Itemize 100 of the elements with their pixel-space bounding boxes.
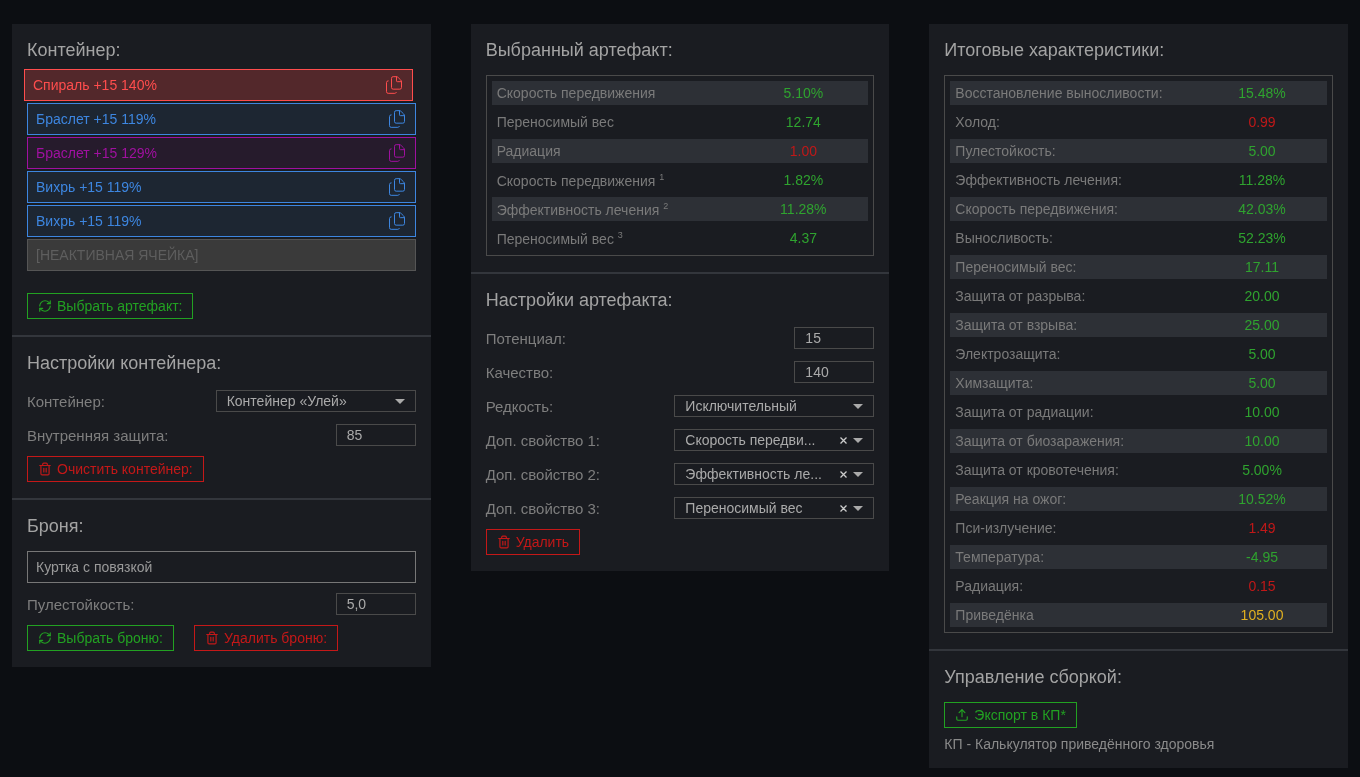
number-field[interactable]: 5,0 bbox=[335, 593, 416, 615]
stat-value: 1.82% bbox=[782, 172, 825, 188]
refresh-icon bbox=[38, 631, 52, 645]
field-label: Контейнер: bbox=[27, 392, 105, 410]
delete-button[interactable]: Удалить броню: bbox=[194, 625, 339, 651]
stat-value: 25.00 bbox=[1243, 317, 1281, 333]
stat-value: 10.52% bbox=[1237, 491, 1287, 507]
stat-value: 1.00 bbox=[788, 143, 818, 159]
stat-name: Скорость передвижения: bbox=[955, 201, 1119, 217]
caret-icon bbox=[853, 437, 864, 443]
stat-name: Переносимый вес $^{3}$ bbox=[496, 229, 624, 247]
select-dropdown[interactable]: Исключительный bbox=[674, 395, 875, 417]
armor-name-field[interactable]: Куртка с повязкой bbox=[27, 551, 416, 583]
number-field[interactable]: 15 bbox=[794, 327, 875, 349]
artifact-slot[interactable]: Вихрь +15 119% bbox=[27, 205, 416, 237]
files-icon[interactable] bbox=[386, 211, 407, 231]
stat-value: 5.00% bbox=[1241, 462, 1283, 478]
stat-name: Химзащита: bbox=[955, 375, 1035, 391]
upload-icon bbox=[955, 708, 970, 722]
stat-name: Защита от биозаражения: bbox=[955, 433, 1126, 449]
caret-icon bbox=[853, 505, 864, 511]
stat-name: Приведёнка bbox=[955, 607, 1035, 623]
caret-icon bbox=[853, 403, 864, 409]
stat-value: 20.00 bbox=[1243, 288, 1281, 304]
stat-name: Холод: bbox=[955, 114, 1001, 130]
section-title: Броня: bbox=[27, 516, 85, 537]
number-field[interactable]: 140 bbox=[794, 361, 875, 383]
artifact-slot[interactable]: Вихрь +15 119% bbox=[27, 171, 416, 203]
stat-name: Электрозащита: bbox=[955, 346, 1062, 362]
section-title: Настройки артефакта: bbox=[485, 290, 674, 311]
stat-value: 1.49 bbox=[1247, 520, 1277, 536]
stat-name: Переносимый вес: bbox=[955, 259, 1078, 275]
files-icon[interactable] bbox=[386, 143, 407, 163]
stat-value: 15.48% bbox=[1237, 85, 1287, 101]
stat-value: 10.00 bbox=[1243, 433, 1281, 449]
stat-name: Скорость передвижения $^{1}$ bbox=[496, 171, 666, 189]
field-label: Пулестойкость: bbox=[27, 595, 135, 613]
stat-name: Защита от разрыва: bbox=[955, 288, 1087, 304]
stat-value: 52.23% bbox=[1237, 230, 1287, 246]
delete-button[interactable]: Очистить контейнер: bbox=[27, 456, 204, 482]
stat-value: 0.99 bbox=[1247, 114, 1277, 130]
trash-icon bbox=[38, 462, 52, 476]
trash-icon bbox=[496, 535, 511, 549]
clear-icon[interactable] bbox=[840, 436, 848, 444]
artifact-slot[interactable]: Браслет +15 119% bbox=[27, 103, 416, 135]
field-label: Потенциал: bbox=[485, 329, 567, 347]
stat-value: 11.28% bbox=[1237, 172, 1287, 188]
field-label: Доп. свойство 3: bbox=[485, 499, 600, 517]
stat-name: Защита от радиации: bbox=[955, 404, 1095, 420]
stat-value: 0.15 bbox=[1247, 578, 1277, 594]
select-dropdown[interactable]: Контейнер «Улей» bbox=[215, 390, 416, 412]
number-field[interactable]: 85 bbox=[335, 424, 416, 446]
stat-name: Эффективность лечения: bbox=[955, 172, 1123, 188]
stat-name: Выносливость: bbox=[955, 230, 1054, 246]
stat-value: 4.37 bbox=[788, 230, 818, 246]
section-title: Настройки контейнера: bbox=[27, 353, 223, 374]
footnote-text: КП - Калькулятор приведённого здоровья bbox=[944, 736, 1216, 752]
stat-value: 5.00 bbox=[1247, 375, 1277, 391]
stat-name: Эффективность лечения $^{2}$ bbox=[496, 200, 670, 218]
stat-value: 17.11 bbox=[1244, 259, 1280, 275]
files-icon[interactable] bbox=[386, 177, 407, 197]
export-button[interactable]: Экспорт в КП* bbox=[944, 702, 1077, 728]
delete-button[interactable]: Удалить bbox=[485, 529, 581, 555]
stat-value: 5.00 bbox=[1247, 346, 1277, 362]
artifact-slot[interactable]: Спираль +15 140% bbox=[24, 69, 413, 101]
field-label: Внутренняя защита: bbox=[27, 426, 169, 444]
field-label: Доп. свойство 2: bbox=[485, 465, 600, 483]
files-icon[interactable] bbox=[383, 75, 404, 95]
stat-name: Скорость передвижения bbox=[496, 85, 657, 101]
refresh-icon bbox=[38, 299, 52, 313]
select-dropdown[interactable]: Скорость передви... bbox=[674, 429, 875, 451]
stat-value: 42.03% bbox=[1237, 201, 1287, 217]
section-title: Контейнер: bbox=[27, 40, 122, 61]
caret-icon bbox=[853, 471, 864, 477]
trash-icon bbox=[205, 631, 219, 645]
stat-name: Реакция на ожог: bbox=[955, 491, 1068, 507]
clear-icon[interactable] bbox=[840, 470, 848, 478]
stat-value: 11.28% bbox=[779, 201, 828, 217]
stat-name: Восстановление выносливости: bbox=[955, 85, 1164, 101]
field-label: Доп. свойство 1: bbox=[485, 431, 600, 449]
stat-value: 5.00 bbox=[1247, 143, 1277, 159]
stat-value: 5.10% bbox=[782, 85, 825, 101]
choose-button[interactable]: Выбрать артефакт: bbox=[27, 293, 194, 319]
section-title: Итоговые характеристики: bbox=[944, 40, 1166, 61]
files-icon[interactable] bbox=[386, 109, 407, 129]
stat-name: Защита от взрыва: bbox=[955, 317, 1079, 333]
stat-name: Переносимый вес bbox=[496, 114, 615, 130]
stat-name: Радиация bbox=[496, 143, 562, 159]
field-label: Редкость: bbox=[485, 397, 554, 415]
stat-value: 12.74 bbox=[784, 114, 822, 130]
stat-name: Температура: bbox=[955, 549, 1046, 565]
section-title: Управление сборкой: bbox=[944, 667, 1123, 688]
select-dropdown[interactable]: Переносимый вес bbox=[674, 497, 875, 519]
choose-button[interactable]: Выбрать броню: bbox=[27, 625, 174, 651]
select-dropdown[interactable]: Эффективность ле... bbox=[674, 463, 875, 485]
stat-name: Пулестойкость: bbox=[955, 143, 1057, 159]
stat-value: -4.95 bbox=[1245, 549, 1279, 565]
clear-icon[interactable] bbox=[840, 504, 848, 512]
stat-value: 105.00 bbox=[1239, 607, 1285, 623]
stat-name: Защита от кровотечения: bbox=[955, 462, 1120, 478]
